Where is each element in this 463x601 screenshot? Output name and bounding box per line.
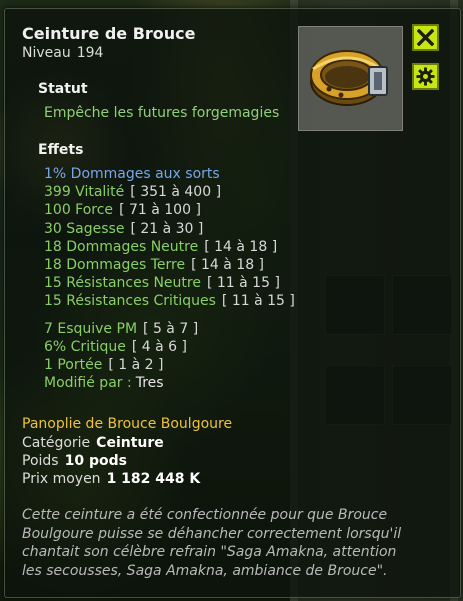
item-level: Niveau 194 xyxy=(22,45,103,61)
effect-line: 30 Sagesse[ 21 à 30 ] xyxy=(44,220,204,237)
categorie-row: Catégorie Ceinture xyxy=(22,435,164,451)
prix-row: Prix moyen 1 182 448 K xyxy=(22,471,201,487)
effect-line: 15 Résistances Neutre[ 11 à 15 ] xyxy=(44,275,280,292)
effect-line: 100 Force[ 71 à 100 ] xyxy=(44,202,201,219)
effect-line: 1% Dommages aux sorts xyxy=(44,166,220,182)
close-icon xyxy=(417,29,434,46)
level-value: 194 xyxy=(76,45,104,61)
level-label: Niveau xyxy=(22,45,71,61)
statut-text: Empêche les futures forgemagies xyxy=(44,105,280,121)
item-description: Cette ceinture a été confectionnée pour … xyxy=(22,507,402,579)
effets-heading: Effets xyxy=(38,142,84,158)
effect-line: 7 Esquive PM[ 5 à 7 ] xyxy=(44,320,199,337)
settings-button[interactable] xyxy=(412,63,439,90)
effects-list: 1% Dommages aux sorts 399 Vitalité[ 351 … xyxy=(44,165,304,392)
effect-line: 1 Portée[ 1 à 2 ] xyxy=(44,356,164,373)
belt-icon xyxy=(310,50,388,106)
effect-line: 399 Vitalité[ 351 à 400 ] xyxy=(44,184,222,201)
item-image xyxy=(298,26,403,131)
modified-by: Modifié par : Tres xyxy=(44,375,164,392)
poids-row: Poids 10 pods xyxy=(22,453,127,469)
effect-line: 18 Dommages Terre[ 14 à 18 ] xyxy=(44,256,265,273)
item-name: Ceinture de Brouce xyxy=(22,24,196,43)
statut-heading: Statut xyxy=(38,81,88,97)
effect-line: 15 Résistances Critiques[ 11 à 15 ] xyxy=(44,293,295,310)
effect-line: 18 Dommages Neutre[ 14 à 18 ] xyxy=(44,238,278,255)
panoplie-name[interactable]: Panoplie de Brouce Boulgoure xyxy=(22,416,232,432)
close-button[interactable] xyxy=(412,24,439,51)
gear-icon xyxy=(416,67,435,86)
effect-line: 6% Critique[ 4 à 6 ] xyxy=(44,338,187,355)
